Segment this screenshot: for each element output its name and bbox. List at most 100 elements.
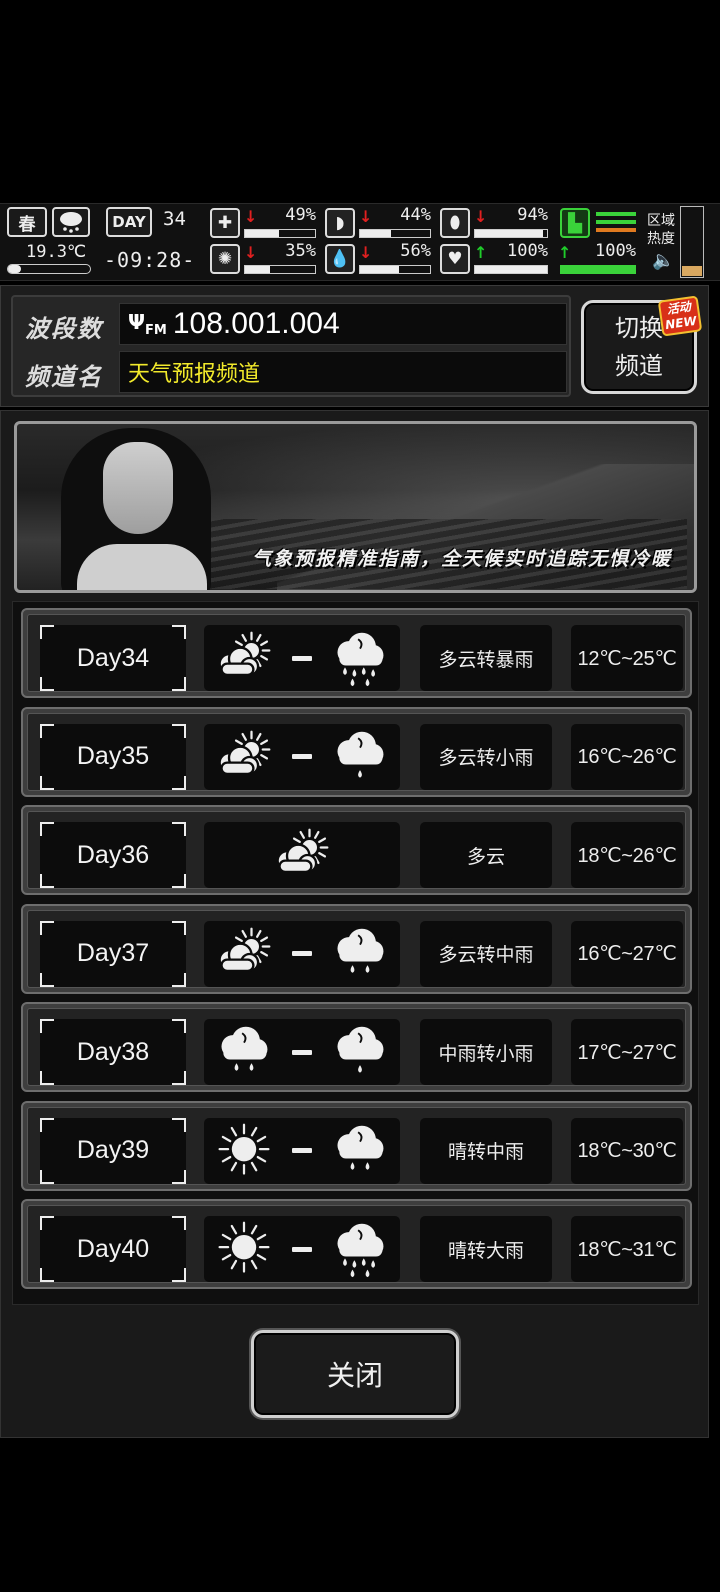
forecast-description: 多云转小雨 — [420, 723, 552, 790]
close-button[interactable]: 关闭 — [251, 1330, 459, 1418]
partly-cloudy-icon — [218, 927, 271, 972]
forecast-temperature: 16℃~26℃ — [571, 723, 683, 790]
forecast-day: Day36 — [40, 822, 186, 888]
sanity-stat: ✺ ↓ 35% — [210, 241, 318, 276]
brain-icon: ✺ — [210, 244, 240, 274]
status-hud: 春 19.3℃ DAY 34 -09:28- ✚ ↓ 49% ◗ ↓ 44% ⬮… — [0, 203, 720, 281]
temperature-readout: 19.3℃ — [26, 242, 87, 262]
forecast-day: Day38 — [40, 1019, 186, 1085]
forecast-row: Day38 中雨转小雨 17℃~27℃ — [21, 1002, 692, 1092]
forecast-row: Day36 多云 18℃~26℃ — [21, 805, 692, 895]
forecast-temperature: 18℃~31℃ — [571, 1216, 683, 1282]
frequency-value: 108.001.004 — [172, 307, 340, 340]
forecast-row: Day34 多云转暴雨 12℃~25℃ — [21, 608, 692, 698]
banner-slogan: 气象预报精准指南，全天候实时追踪无惧冷暖 — [251, 548, 672, 570]
channel-display: 天气预报频道 — [119, 351, 567, 393]
heart-icon: ♥ — [440, 244, 470, 274]
weather-banner: 气象预报精准指南，全天候实时追踪无惧冷暖 — [14, 421, 697, 593]
forecast-description: 多云转暴雨 — [420, 625, 552, 691]
forecast-icons — [204, 1019, 400, 1085]
season-label: 春 — [18, 214, 36, 235]
channel-label: 频道名 — [25, 363, 103, 391]
forecast-icons — [204, 822, 400, 888]
speaker-icon[interactable]: 🔈 — [652, 250, 674, 271]
channel-name: 天气预报频道 — [128, 362, 261, 387]
season-badge: 春 — [7, 207, 47, 237]
forecast-day: Day34 — [40, 625, 186, 691]
rain-light-icon — [337, 731, 384, 778]
thirst-bar — [359, 265, 431, 274]
rain-heavy-icon — [337, 1223, 384, 1278]
radio-panel: 波段数 ΨFM 108.001.004 频道名 天气预报频道 切换 频道 — [0, 285, 709, 407]
partly-cloudy-icon — [276, 828, 329, 874]
forecast-day: Day39 — [40, 1117, 186, 1184]
forecast-row: Day35 多云转小雨 16℃~26℃ — [21, 706, 692, 797]
sunny-icon — [218, 1123, 270, 1175]
frequency-display: ΨFM 108.001.004 — [119, 303, 567, 345]
hunger-stat: ◗ ↓ 44% — [325, 205, 433, 240]
partly-cloudy-icon — [218, 631, 271, 677]
forecast-temperature: 12℃~25℃ — [571, 625, 683, 691]
day-badge: DAY — [106, 207, 152, 237]
antenna-icon: ΨFM — [128, 310, 167, 338]
thirst-stat: 💧 ↓ 56% — [325, 241, 433, 276]
rain-cloud-icon — [52, 207, 90, 237]
mood-bar — [474, 265, 548, 274]
forecast-row: Day39 晴转中雨 18℃~30℃ — [21, 1100, 692, 1191]
forecast-description: 晴转大雨 — [420, 1216, 552, 1282]
clock: -09:28- — [104, 248, 196, 272]
forecast-description: 晴转中雨 — [420, 1117, 552, 1184]
new-event-badge: 活动 NEW — [657, 295, 703, 337]
temperature-bar — [7, 264, 91, 274]
radio-info: 波段数 ΨFM 108.001.004 频道名 天气预报频道 — [11, 295, 571, 397]
day-number: 34 — [163, 208, 186, 230]
stamina-bar — [560, 265, 636, 274]
forecast-day: Day37 — [40, 920, 186, 987]
rain-heavy-icon — [337, 632, 384, 687]
medicine-bar — [474, 229, 548, 238]
forecast-row: Day40 晴转大雨 18℃~31℃ — [21, 1199, 692, 1289]
stomach-icon: ◗ — [325, 208, 355, 238]
forecast-day: Day35 — [40, 723, 186, 790]
sanity-bar — [244, 265, 316, 274]
stamina-stat: ↑ 100% — [556, 241, 638, 276]
medicine-stat: ⬮ ↓ 94% — [440, 205, 550, 240]
pill-icon: ⬮ — [440, 208, 470, 238]
rain-medium-icon — [221, 1026, 268, 1071]
hunger-bar — [359, 229, 431, 238]
forecast-temperature: 18℃~30℃ — [571, 1117, 683, 1184]
forecast-temperature: 17℃~27℃ — [571, 1019, 683, 1085]
transition-dash — [292, 951, 312, 956]
transition-dash — [292, 754, 312, 759]
mood-stat: ♥ ↑ 100% — [440, 241, 550, 276]
forecast-day: Day40 — [40, 1216, 186, 1282]
forecast-row: Day37 多云转中雨 16℃~27℃ — [21, 903, 692, 994]
forecast-description: 多云 — [420, 822, 552, 888]
rain-medium-icon — [337, 928, 384, 973]
forecast-icons — [204, 920, 400, 987]
boot-icon: ▙ — [560, 208, 590, 238]
forecast-temperature: 16℃~27℃ — [571, 920, 683, 987]
band-label: 波段数 — [25, 315, 103, 343]
transition-dash — [292, 1246, 312, 1252]
forecast-list: Day34 多云转暴雨 12℃~25℃ Day35 多云转小雨 16℃~26℃ … — [12, 601, 699, 1305]
water-drop-icon: 💧 — [325, 244, 355, 274]
forecast-temperature: 18℃~26℃ — [571, 822, 683, 888]
zone-heat-label: 区域 热度 — [647, 213, 675, 247]
forecast-icons — [204, 625, 400, 691]
forecast-description: 多云转中雨 — [420, 920, 552, 987]
sunny-icon — [218, 1221, 270, 1273]
transition-dash — [292, 1049, 312, 1055]
medkit-icon: ✚ — [210, 208, 240, 238]
forecast-description: 中雨转小雨 — [420, 1019, 552, 1085]
health-stat: ✚ ↓ 49% — [210, 205, 318, 240]
rain-light-icon — [337, 1026, 384, 1073]
transition-dash — [292, 655, 312, 661]
rain-medium-icon — [337, 1125, 384, 1170]
forecast-icons — [204, 1216, 400, 1282]
health-bar — [244, 229, 316, 238]
forecast-icons — [204, 723, 400, 790]
transition-dash — [292, 1148, 312, 1153]
zone-heat-meter — [680, 206, 704, 278]
partly-cloudy-icon — [218, 730, 271, 775]
